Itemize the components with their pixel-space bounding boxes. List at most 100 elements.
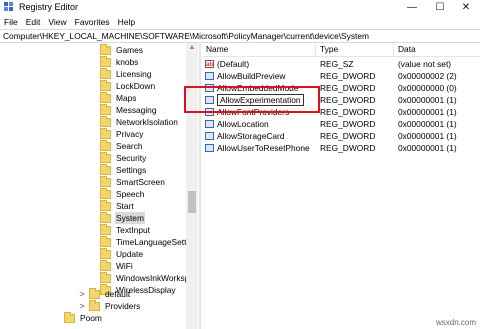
menu-view[interactable]: View xyxy=(44,17,70,27)
menu-favorites[interactable]: Favorites xyxy=(71,17,114,27)
value-data: 0x00000001 (1) xyxy=(398,95,457,105)
tree-item-label: Security xyxy=(116,153,147,163)
highlight-annotation xyxy=(184,86,320,113)
tree-item[interactable]: Speech xyxy=(100,187,145,200)
value-type: REG_DWORD xyxy=(320,107,376,117)
value-row[interactable]: AllowBuildPreview REG_DWORD 0x00000002 (2) xyxy=(202,70,480,82)
folder-icon xyxy=(100,139,111,151)
tree-item-label: SmartScreen xyxy=(116,177,165,187)
tree-item[interactable]: Maps xyxy=(100,91,137,104)
tree-item-label: WiFi xyxy=(116,261,133,271)
value-data: 0x00000001 (1) xyxy=(398,131,457,141)
value-type: REG_DWORD xyxy=(320,83,376,93)
tree-item-label: default xyxy=(105,289,131,299)
value-data: 0x00000001 (1) xyxy=(398,143,457,153)
value-data: 0x00000000 (0) xyxy=(398,83,457,93)
tree-item[interactable]: Search xyxy=(100,139,144,152)
tree-item[interactable]: WindowsInkWorkspace xyxy=(100,271,198,284)
tree-item-label: Start xyxy=(116,201,134,211)
address-bar[interactable]: Computer\HKEY_LOCAL_MACHINE\SOFTWARE\Mic… xyxy=(0,29,480,43)
tree-item[interactable]: Messaging xyxy=(100,103,158,116)
tree-item-label: Search xyxy=(116,141,143,151)
value-row[interactable]: AllowUserToResetPhone REG_DWORD 0x00000001… xyxy=(202,142,480,154)
maximize-button[interactable]: ☐ xyxy=(426,0,454,15)
value-name-cell: AllowBuildPreview xyxy=(205,70,285,82)
menu-edit[interactable]: Edit xyxy=(22,17,45,27)
tree-item-label: Settings xyxy=(116,165,147,175)
scrollbar-thumb[interactable] xyxy=(188,191,196,213)
value-name-cell: AllowStorageCard xyxy=(205,130,285,142)
close-button[interactable]: ✕ xyxy=(452,0,480,15)
expand-chevron-icon[interactable]: > xyxy=(78,300,86,312)
tree-item[interactable]: > Providers xyxy=(78,299,141,312)
minimize-button[interactable]: — xyxy=(398,0,426,15)
folder-icon xyxy=(100,103,111,115)
dword-value-icon xyxy=(205,120,214,128)
value-row[interactable]: AllowStorageCard REG_DWORD 0x00000001 (1) xyxy=(202,130,480,142)
tree-item-label: Licensing xyxy=(116,69,152,79)
folder-icon xyxy=(100,115,111,127)
tree-item-label: Maps xyxy=(116,93,137,103)
folder-icon xyxy=(100,187,111,199)
menu-bar: File Edit View Favorites Help xyxy=(0,15,480,29)
value-data: 0x00000001 (1) xyxy=(398,107,457,117)
value-data: 0x00000001 (1) xyxy=(398,119,457,129)
tree-item[interactable]: Security xyxy=(100,151,147,164)
folder-icon xyxy=(100,259,111,271)
value-name: AllowUserToResetPhone xyxy=(217,143,310,153)
folder-icon xyxy=(100,271,111,283)
folder-icon xyxy=(100,211,111,223)
tree-item-label: Games xyxy=(116,45,143,55)
value-type: REG_DWORD xyxy=(320,131,376,141)
dword-value-icon xyxy=(205,132,214,140)
watermark: wsxdn.com xyxy=(435,318,476,327)
scroll-up-arrow-icon[interactable]: ▲ xyxy=(186,43,198,53)
tree-item[interactable]: Start xyxy=(100,199,135,212)
folder-icon xyxy=(100,175,111,187)
value-name: (Default) xyxy=(217,59,250,69)
tree-item[interactable]: LockDown xyxy=(100,79,156,92)
folder-icon xyxy=(100,235,111,247)
tree-item-label: knobs xyxy=(116,57,139,67)
tree-item[interactable]: TimeLanguageSettings xyxy=(100,235,198,248)
value-row[interactable]: ab (Default) REG_SZ (value not set) xyxy=(202,58,480,70)
tree-item-label: Update xyxy=(116,249,144,259)
dword-value-icon xyxy=(205,144,214,152)
value-type: REG_DWORD xyxy=(320,95,376,105)
tree-item[interactable]: System xyxy=(100,211,145,224)
key-tree: Games knobs Licensing LockDown Maps Messaging… xyxy=(0,43,198,329)
tree-item[interactable]: Licensing xyxy=(100,67,152,80)
tree-item-label: Messaging xyxy=(116,105,157,115)
folder-icon xyxy=(64,311,75,323)
menu-file[interactable]: File xyxy=(0,17,22,27)
tree-item[interactable]: Games xyxy=(100,43,144,56)
folder-icon xyxy=(100,151,111,163)
tree-item[interactable]: Settings xyxy=(100,163,147,176)
value-type: REG_DWORD xyxy=(320,143,376,153)
tree-item[interactable]: > default xyxy=(78,287,131,300)
tree-item[interactable]: Privacy xyxy=(100,127,144,140)
folder-icon xyxy=(100,91,111,103)
value-name: AllowBuildPreview xyxy=(217,71,286,81)
value-name-cell: AllowLocation xyxy=(205,118,269,130)
tree-item[interactable]: WiFi xyxy=(100,259,134,272)
column-header-type[interactable]: Type xyxy=(316,43,394,56)
tree-item[interactable]: SmartScreen xyxy=(100,175,166,188)
tree-item[interactable]: Poom xyxy=(64,311,103,324)
column-header-data[interactable]: Data xyxy=(394,43,480,56)
value-name: AllowStorageCard xyxy=(217,131,285,141)
tree-item-label: LockDown xyxy=(116,81,156,91)
tree-item[interactable]: TextInput xyxy=(100,223,151,236)
tree-item[interactable]: knobs xyxy=(100,55,139,68)
title-bar: Registry Editor — ☐ ✕ xyxy=(0,0,480,15)
value-type: REG_DWORD xyxy=(320,71,376,81)
value-name: AllowLocation xyxy=(217,119,269,129)
menu-help[interactable]: Help xyxy=(114,17,139,27)
column-header-name[interactable]: Name xyxy=(202,43,316,56)
value-row[interactable]: AllowLocation REG_DWORD 0x00000001 (1) xyxy=(202,118,480,130)
string-value-icon: ab xyxy=(205,60,214,68)
tree-item[interactable]: Update xyxy=(100,247,144,260)
tree-item[interactable]: NetworkIsolation xyxy=(100,115,179,128)
expand-chevron-icon[interactable]: > xyxy=(78,288,86,300)
tree-item-label: TextInput xyxy=(116,225,150,235)
